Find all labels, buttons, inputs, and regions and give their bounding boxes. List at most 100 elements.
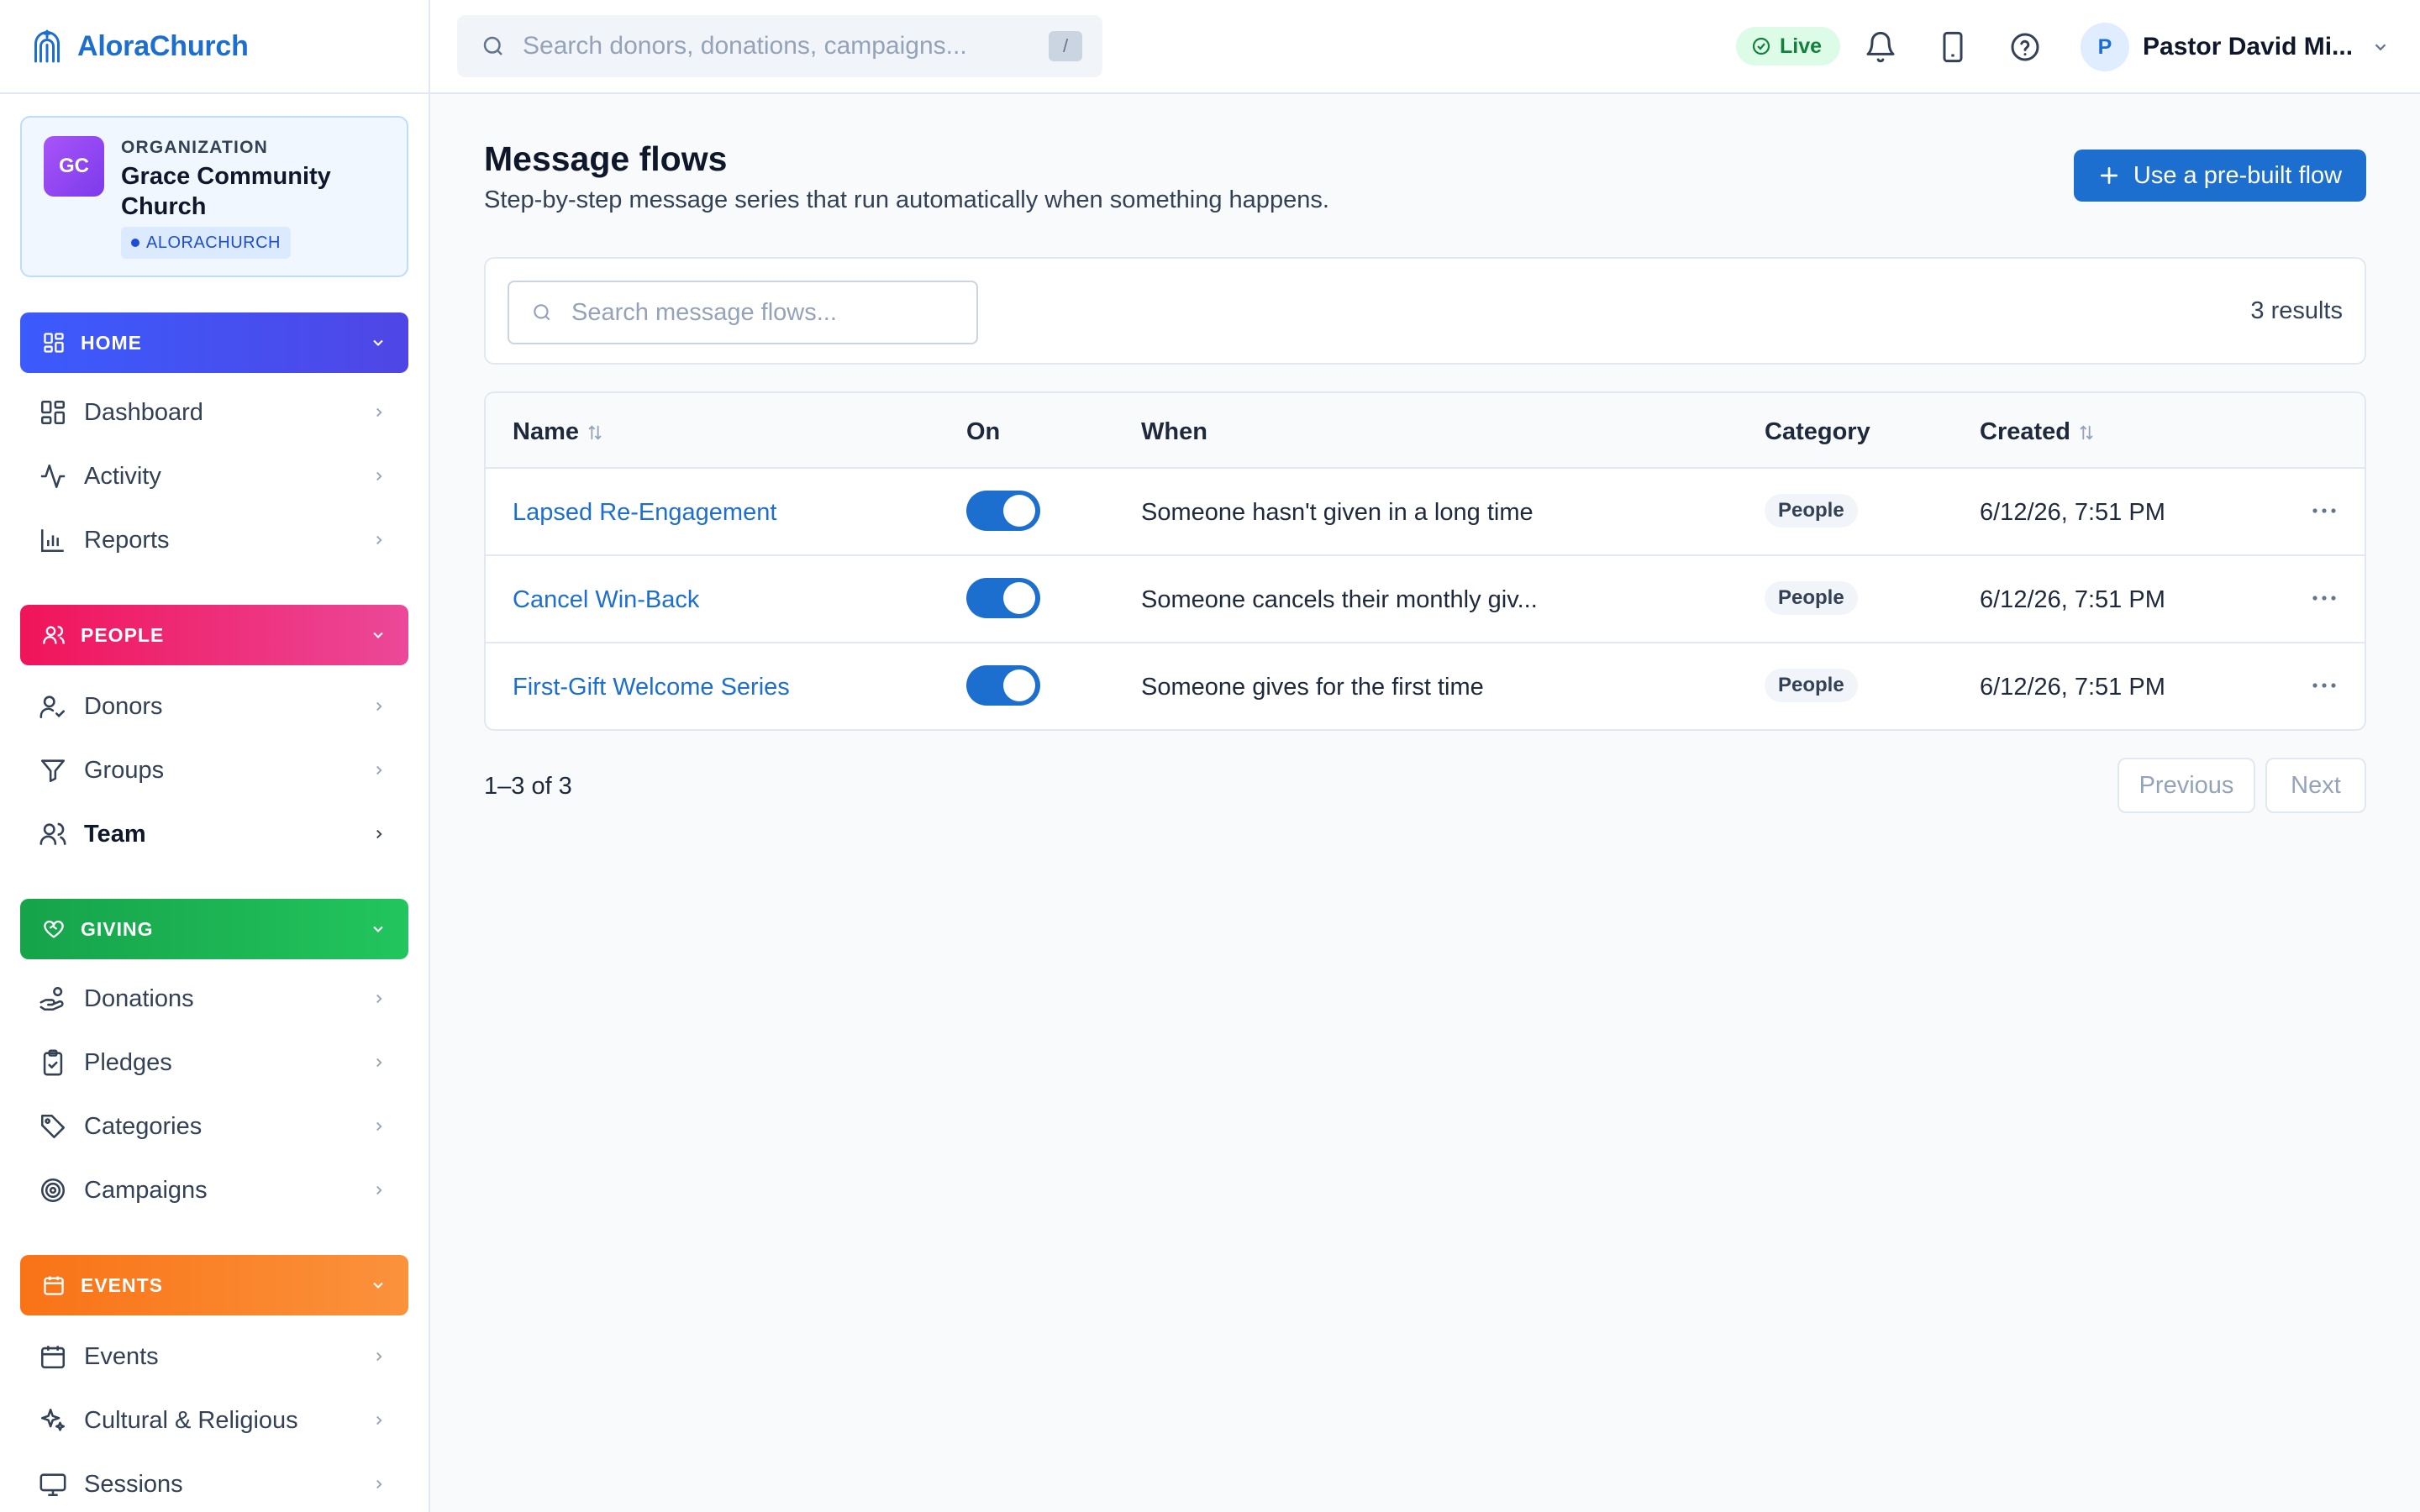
created-date: 6/12/26, 7:51 PM	[1980, 586, 2165, 613]
sidebar-item-categories[interactable]: Categories	[20, 1099, 408, 1154]
target-icon	[40, 1178, 66, 1203]
chevron-right-icon	[376, 765, 382, 775]
sidebar-item-team[interactable]: Team	[20, 806, 408, 862]
more-horizontal-icon[interactable]	[2309, 502, 2339, 519]
flow-name-link[interactable]: First-Gift Welcome Series	[513, 674, 790, 701]
bar-chart-icon	[40, 529, 64, 553]
sidebar-item-groups[interactable]: Groups	[20, 743, 408, 798]
flow-name-link[interactable]: Lapsed Re-Engagement	[513, 499, 776, 527]
next-page-button[interactable]: Next	[2265, 758, 2366, 813]
sidebar-item-reports[interactable]: Reports	[20, 512, 408, 568]
sidebar-item-label: Sessions	[84, 1470, 183, 1498]
category-badge: People	[1765, 494, 1858, 528]
global-search-input[interactable]	[523, 32, 1027, 60]
category-badge: People	[1765, 669, 1858, 702]
global-search[interactable]: /	[457, 15, 1102, 77]
chevron-right-icon	[376, 1185, 382, 1195]
sidebar-item-pledges[interactable]: Pledges	[20, 1035, 408, 1090]
top-bar: / Live P Pastor David Mi...	[430, 0, 2420, 94]
sidebar-item-label: Activity	[84, 462, 161, 490]
table-row: First-Gift Welcome Series Someone gives …	[486, 643, 2365, 729]
activity-icon	[40, 464, 66, 489]
section-home[interactable]: HOME	[20, 312, 408, 373]
brand-name: AloraChurch	[77, 29, 249, 62]
sidebar-item-cultural-religious[interactable]: Cultural & Religious	[20, 1393, 408, 1448]
page-subtitle: Step-by-step message series that run aut…	[484, 186, 1329, 213]
sidebar-item-events[interactable]: Events	[20, 1329, 408, 1384]
chevron-right-icon	[376, 471, 382, 481]
column-label: Name	[513, 418, 579, 445]
flow-trigger: Someone cancels their monthly giv...	[1141, 586, 1538, 613]
toggle-knob	[1003, 495, 1035, 527]
org-name: Grace Community Church	[121, 163, 331, 220]
sidebar-item-label: Dashboard	[84, 398, 203, 426]
hand-coins-icon	[39, 986, 64, 1011]
column-header-name[interactable]: Name	[513, 418, 604, 446]
sidebar-item-dashboard[interactable]: Dashboard	[20, 385, 408, 440]
flow-trigger: Someone gives for the first time	[1141, 674, 1484, 701]
tag-icon	[40, 1114, 66, 1139]
toggle-knob	[1003, 669, 1035, 701]
column-label: Created	[1980, 418, 2070, 445]
section-giving-label: GIVING	[81, 917, 154, 940]
section-giving[interactable]: GIVING	[20, 899, 408, 959]
chevron-right-icon	[376, 994, 382, 1004]
chevron-down-icon	[373, 1282, 383, 1289]
org-label: ORGANIZATION	[121, 138, 268, 157]
sidebar-item-donations[interactable]: Donations	[20, 971, 408, 1026]
org-tag-label: ALORACHURCH	[146, 233, 281, 252]
user-menu[interactable]: P Pastor David Mi...	[2081, 22, 2390, 72]
chevron-down-icon	[2375, 44, 2386, 51]
users-icon	[43, 625, 65, 644]
created-date: 6/12/26, 7:51 PM	[1980, 499, 2165, 526]
brand[interactable]: AloraChurch	[0, 0, 429, 94]
sidebar-item-label: Team	[84, 820, 146, 848]
sidebar-item-sessions[interactable]: Sessions	[20, 1457, 408, 1512]
flow-enabled-toggle[interactable]	[966, 665, 1040, 706]
org-avatar: GC	[44, 136, 104, 197]
section-events[interactable]: EVENTS	[20, 1255, 408, 1315]
calendar-icon	[44, 1276, 64, 1295]
flow-search-input[interactable]	[571, 298, 975, 327]
flow-enabled-toggle[interactable]	[966, 578, 1040, 618]
sidebar-item-label: Donations	[84, 984, 194, 1012]
section-people[interactable]: PEOPLE	[20, 605, 408, 665]
flow-enabled-toggle[interactable]	[966, 491, 1040, 531]
flow-name-link[interactable]: Cancel Win-Back	[513, 586, 699, 614]
flow-search[interactable]	[508, 281, 978, 344]
sidebar-item-activity[interactable]: Activity	[20, 449, 408, 504]
more-horizontal-icon[interactable]	[2309, 590, 2339, 606]
user-name: Pastor David Mi...	[2143, 33, 2354, 60]
use-prebuilt-flow-button[interactable]: Use a pre-built flow	[2074, 150, 2366, 202]
toggle-knob	[1003, 582, 1035, 614]
table-header: Name On When Category Created	[486, 393, 2365, 469]
search-icon	[534, 304, 550, 321]
chevron-right-icon	[376, 1352, 382, 1362]
organization-card[interactable]: GC ORGANIZATION Grace Community Church A…	[20, 116, 408, 277]
sidebar-item-donors[interactable]: Donors	[20, 679, 408, 734]
section-home-label: HOME	[81, 331, 142, 354]
sidebar-item-label: Campaigns	[84, 1176, 208, 1204]
column-label: When	[1141, 418, 1207, 445]
mobile-icon[interactable]	[1936, 30, 1970, 64]
section-events-label: EVENTS	[81, 1273, 164, 1296]
sidebar-item-campaigns[interactable]: Campaigns	[20, 1163, 408, 1218]
sidebar-item-label: Categories	[84, 1112, 203, 1140]
grid-icon	[44, 333, 64, 353]
search-shortcut-badge: /	[1049, 31, 1082, 61]
live-status-badge[interactable]: Live	[1736, 27, 1841, 66]
org-tag-dot-icon	[131, 239, 139, 247]
pagination-info: 1–3 of 3	[484, 773, 572, 800]
previous-page-button[interactable]: Previous	[2118, 758, 2255, 813]
chevron-right-icon	[376, 1479, 382, 1489]
search-icon	[483, 36, 502, 55]
more-horizontal-icon[interactable]	[2309, 677, 2339, 694]
message-flows-table: Name On When Category Created Lapsed Re-…	[484, 391, 2366, 731]
use-prebuilt-flow-label: Use a pre-built flow	[2133, 161, 2343, 189]
flow-trigger: Someone hasn't given in a long time	[1141, 499, 1534, 526]
plus-icon	[2100, 166, 2118, 185]
column-header-created[interactable]: Created	[1980, 418, 2096, 446]
bell-icon[interactable]	[1864, 30, 1897, 64]
help-icon[interactable]	[2008, 30, 2042, 64]
table-row: Cancel Win-Back Someone cancels their mo…	[486, 556, 2365, 643]
